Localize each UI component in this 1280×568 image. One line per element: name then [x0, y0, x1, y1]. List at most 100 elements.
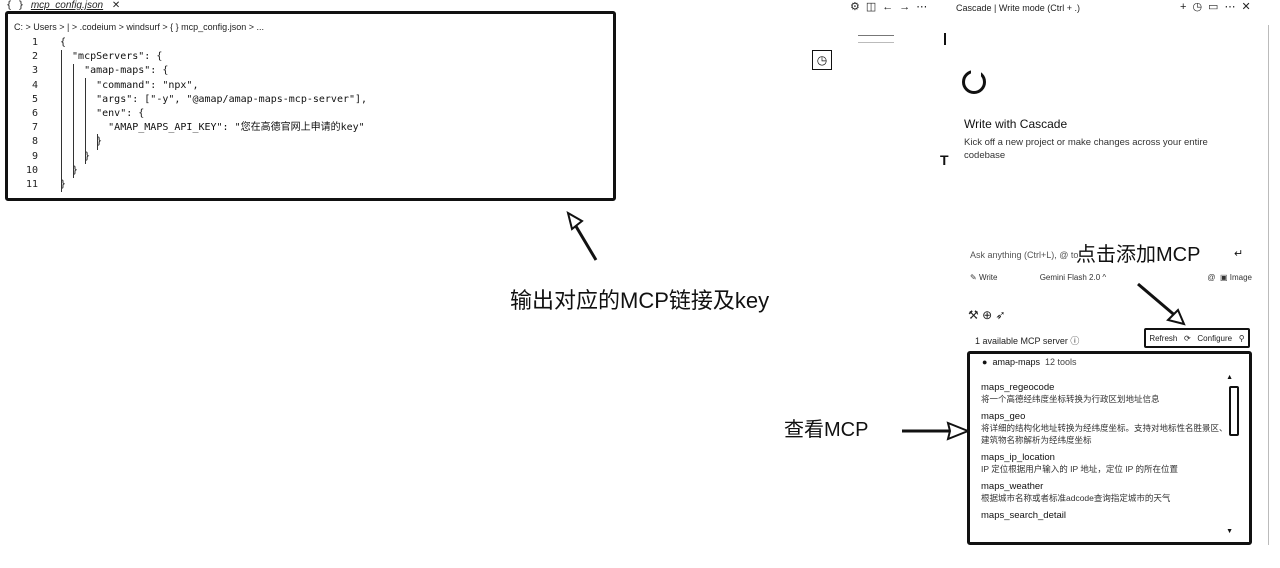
line-number: 10 [25, 164, 38, 176]
code-text: "amap-maps": { [60, 65, 169, 77]
chevron-up-icon[interactable]: ^ [1100, 273, 1106, 282]
mcp-actions: Refresh ⟳ Configure ⚲ [1144, 328, 1250, 348]
code-text: "AMAP_MAPS_API_KEY": "您在高德官网上申请的key" [60, 122, 365, 134]
close-icon[interactable]: ✕ [112, 0, 120, 11]
line-number: 7 [31, 122, 38, 134]
server-name: amap-maps [992, 357, 1040, 367]
tool-desc: 将详细的结构化地址转换为经纬度坐标。支持对地标性名胜景区、建筑物名称解析为经纬度… [981, 423, 1228, 445]
image-icon: ▣ [1219, 273, 1228, 282]
tool-item[interactable]: maps_ip_location IP 定位根据用户输入的 IP 地址，定位 I… [981, 452, 1231, 475]
line-number: 1 [31, 37, 38, 48]
annotation-arrow-right [902, 421, 971, 441]
cascade-logo-icon [962, 67, 986, 94]
code-line: 3 "amap-maps": { [12, 64, 367, 78]
available-text: 1 available MCP server [975, 336, 1068, 346]
code-editor[interactable]: C: > Users > | > .codeium > windsurf > {… [5, 11, 616, 201]
tab-label: mcp_config.json [30, 0, 104, 11]
code-line: 11} [12, 178, 367, 192]
text-cursor-icon: T [940, 152, 949, 168]
nav-icons: ⚙◫←→⋯ [850, 0, 933, 13]
rocket-icon[interactable]: ➶ [996, 308, 1006, 322]
enter-icon[interactable]: ↵ [1234, 247, 1243, 260]
write-subtitle: Kick off a new project or make changes a… [964, 137, 1208, 161]
code-line: 2 "mcpServers": { [12, 50, 367, 64]
wrench-icon[interactable]: ⚲ [1239, 334, 1245, 343]
code-line: 1{ [12, 36, 367, 50]
tool-desc: IP 定位根据用户输入的 IP 地址，定位 IP 的所在位置 [981, 464, 1178, 474]
indent-guide [61, 50, 62, 192]
annotation-output: 输出对应的MCP链接及key [510, 288, 770, 313]
tool-item[interactable]: maps_search_detail [981, 510, 1231, 521]
code-area[interactable]: 1{ 2 "mcpServers": { 3 "amap-maps": { 4 … [12, 36, 367, 192]
tools-list[interactable]: maps_regeocode 将一个高德经纬度坐标转换为行政区划地址信息 map… [981, 378, 1231, 521]
clock-icon[interactable]: ◷ [812, 50, 832, 70]
mcp-server-panel[interactable]: ● amap-maps 12 tools maps_regeocode 将一个高… [967, 351, 1252, 545]
available-servers: 1 available MCP server ⓘ [975, 334, 1079, 347]
back-arrow-icon[interactable]: ← [882, 1, 899, 13]
panel-scrollbar[interactable] [1268, 25, 1277, 545]
close-icon[interactable]: ✕ [1241, 1, 1256, 13]
line-number: 3 [31, 65, 38, 77]
line-number: 8 [31, 136, 38, 148]
configure-button[interactable]: Configure [1197, 334, 1232, 343]
json-file-icon: { } [6, 0, 25, 11]
code-text: } [60, 164, 79, 176]
tool-desc: 根据城市名称或者标准adcode查询指定城市的天气 [981, 493, 1171, 503]
code-text: } [60, 136, 103, 148]
cursor-marker [944, 33, 946, 45]
code-line: 6 "env": { [12, 107, 367, 121]
code-line: 8 } [12, 135, 367, 149]
tools-count: 12 tools [1045, 357, 1077, 367]
edit-icon: ✎ [970, 273, 977, 282]
tool-name: maps_search_detail [981, 510, 1067, 521]
globe-icon[interactable]: ⊕ [982, 308, 992, 322]
code-line: 10 } [12, 164, 367, 178]
scroll-down-icon[interactable]: ▼ [1226, 528, 1233, 535]
line-number: 11 [25, 178, 38, 190]
line-number: 4 [31, 79, 38, 91]
more-icon[interactable]: ⋯ [1224, 1, 1241, 13]
scroll-up-icon[interactable]: ▲ [1226, 374, 1233, 381]
code-text: "command": "npx", [60, 79, 199, 91]
code-line: 4 "command": "npx", [12, 79, 367, 93]
hammer-icon[interactable]: ⚒ [968, 308, 979, 322]
history-icon[interactable]: ◷ [1192, 1, 1208, 13]
mode-select[interactable]: Write [979, 273, 998, 282]
info-icon: ⓘ [1070, 336, 1080, 346]
code-text: "args": ["-y", "@amap/amap-maps-mcp-serv… [60, 93, 368, 105]
more-icon[interactable]: ⋯ [916, 1, 933, 13]
code-text: { [60, 37, 67, 48]
line-number: 2 [31, 51, 38, 63]
mcp-tool-icons: ⚒ ⊕ ➶ [968, 308, 1006, 322]
image-button[interactable]: @ ▣ Image [1207, 273, 1252, 282]
add-icon[interactable]: + [1180, 1, 1192, 13]
book-icon[interactable]: ▭ [1208, 1, 1224, 13]
model-select[interactable]: Gemini Flash 2.0 [1040, 273, 1100, 282]
code-line: 7 "AMAP_MAPS_API_KEY": "您在高德官网上申请的key" [12, 121, 367, 135]
settings-icon[interactable]: ⚙ [850, 1, 866, 13]
split-icon[interactable]: ◫ [866, 1, 882, 13]
code-line: 5 "args": ["-y", "@amap/amap-maps-mcp-se… [12, 93, 367, 107]
server-header[interactable]: ● amap-maps 12 tools [982, 357, 1077, 367]
tool-item[interactable]: maps_regeocode 将一个高德经纬度坐标转换为行政区划地址信息 [981, 382, 1231, 405]
breadcrumb[interactable]: C: > Users > | > .codeium > windsurf > {… [14, 22, 264, 32]
indent-guide [97, 134, 98, 150]
minimap-preview [858, 35, 894, 43]
annotation-arrow-up [566, 210, 598, 261]
tool-name: maps_geo [981, 411, 1026, 422]
line-number: 6 [31, 107, 38, 119]
forward-arrow-icon[interactable]: → [899, 1, 916, 13]
indent-guide [73, 64, 74, 178]
tool-item[interactable]: maps_geo 将详细的结构化地址转换为经纬度坐标。支持对地标性名胜景区、建筑… [981, 411, 1231, 446]
refresh-button[interactable]: Refresh [1149, 334, 1177, 343]
refresh-icon[interactable]: ⟳ [1184, 334, 1191, 343]
ask-input[interactable]: Ask anything (Ctrl+L), @ to [970, 250, 1078, 260]
input-toolbar: ✎ Write Gemini Flash 2.0 ^ @ ▣ Image [970, 273, 1254, 282]
annotation-add: 点击添加MCP [1076, 244, 1201, 266]
tool-item[interactable]: maps_weather 根据城市名称或者标准adcode查询指定城市的天气 [981, 481, 1231, 504]
tools-scrollbar[interactable] [1229, 386, 1239, 436]
indent-guide [85, 78, 86, 164]
panel-actions: +◷▭⋯✕ [1180, 0, 1257, 13]
line-number: 9 [31, 150, 38, 162]
image-label: Image [1229, 273, 1252, 282]
